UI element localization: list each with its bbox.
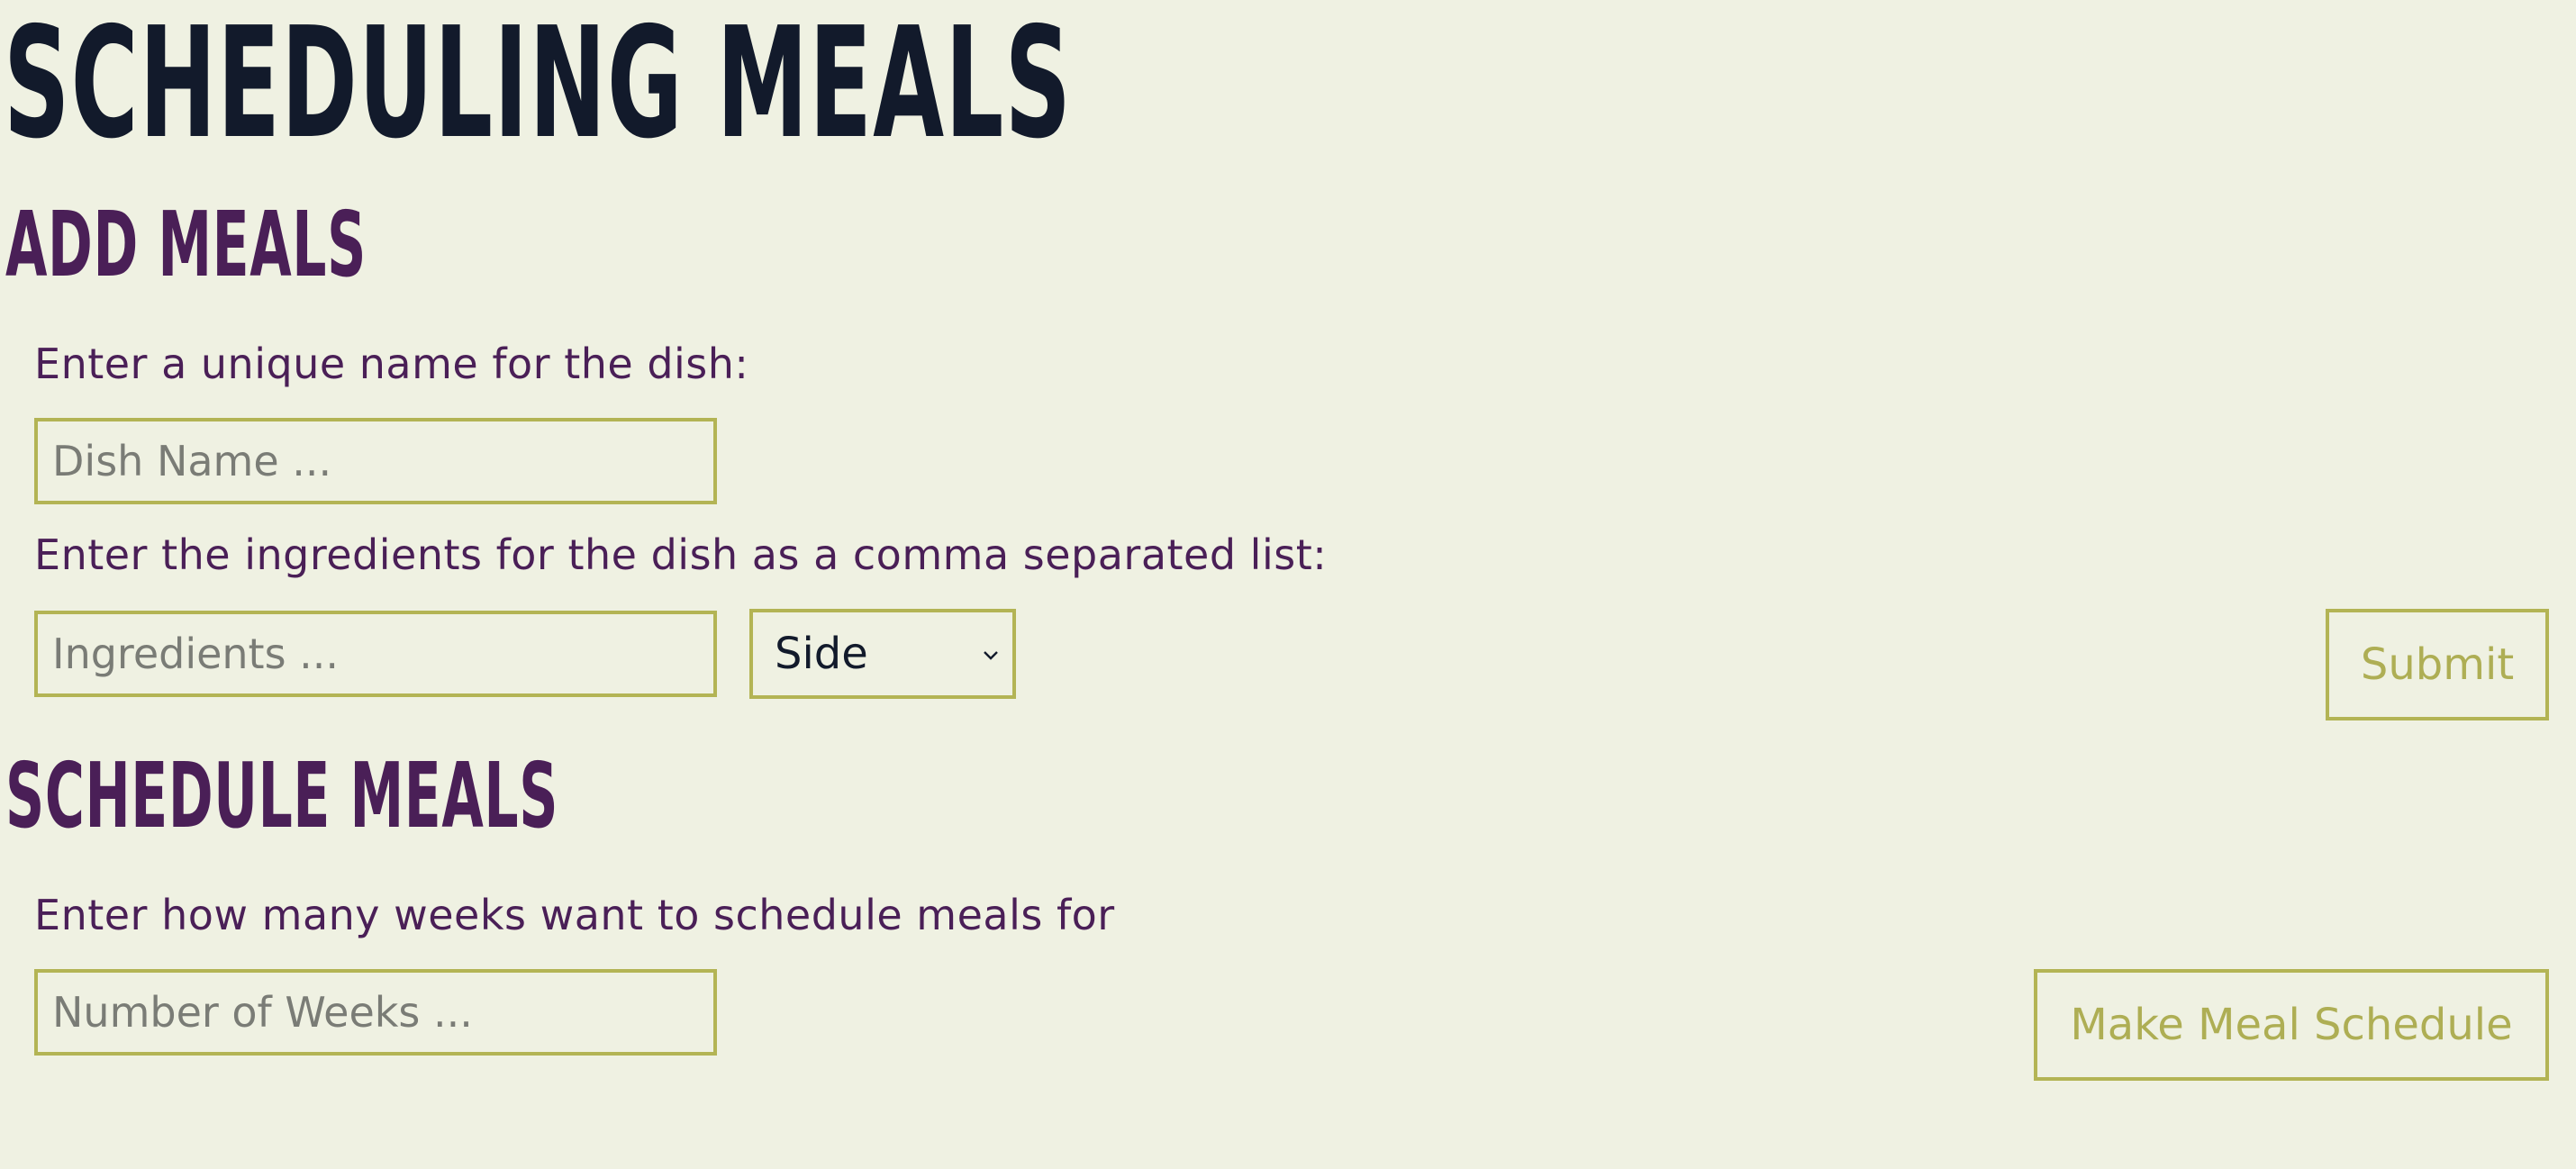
weeks-input[interactable] [34,969,717,1056]
dish-name-input[interactable] [34,418,717,504]
page-title: SCHEDULING MEALS [4,0,1073,173]
ingredients-input[interactable] [34,611,717,697]
dish-name-label: Enter a unique name for the dish: [34,340,749,388]
ingredients-label: Enter the ingredients for the dish as a … [34,530,1328,579]
add-meals-heading: ADD MEALS [5,192,367,297]
chevron-down-icon [984,651,998,660]
weeks-label: Enter how many weeks want to schedule me… [34,891,1115,939]
submit-button[interactable]: Submit [2326,609,2549,720]
course-select-value: Side [775,629,868,679]
schedule-meals-heading: SCHEDULE MEALS [5,743,559,848]
course-select[interactable]: Side [749,609,1016,699]
make-meal-schedule-button[interactable]: Make Meal Schedule [2034,969,2549,1081]
